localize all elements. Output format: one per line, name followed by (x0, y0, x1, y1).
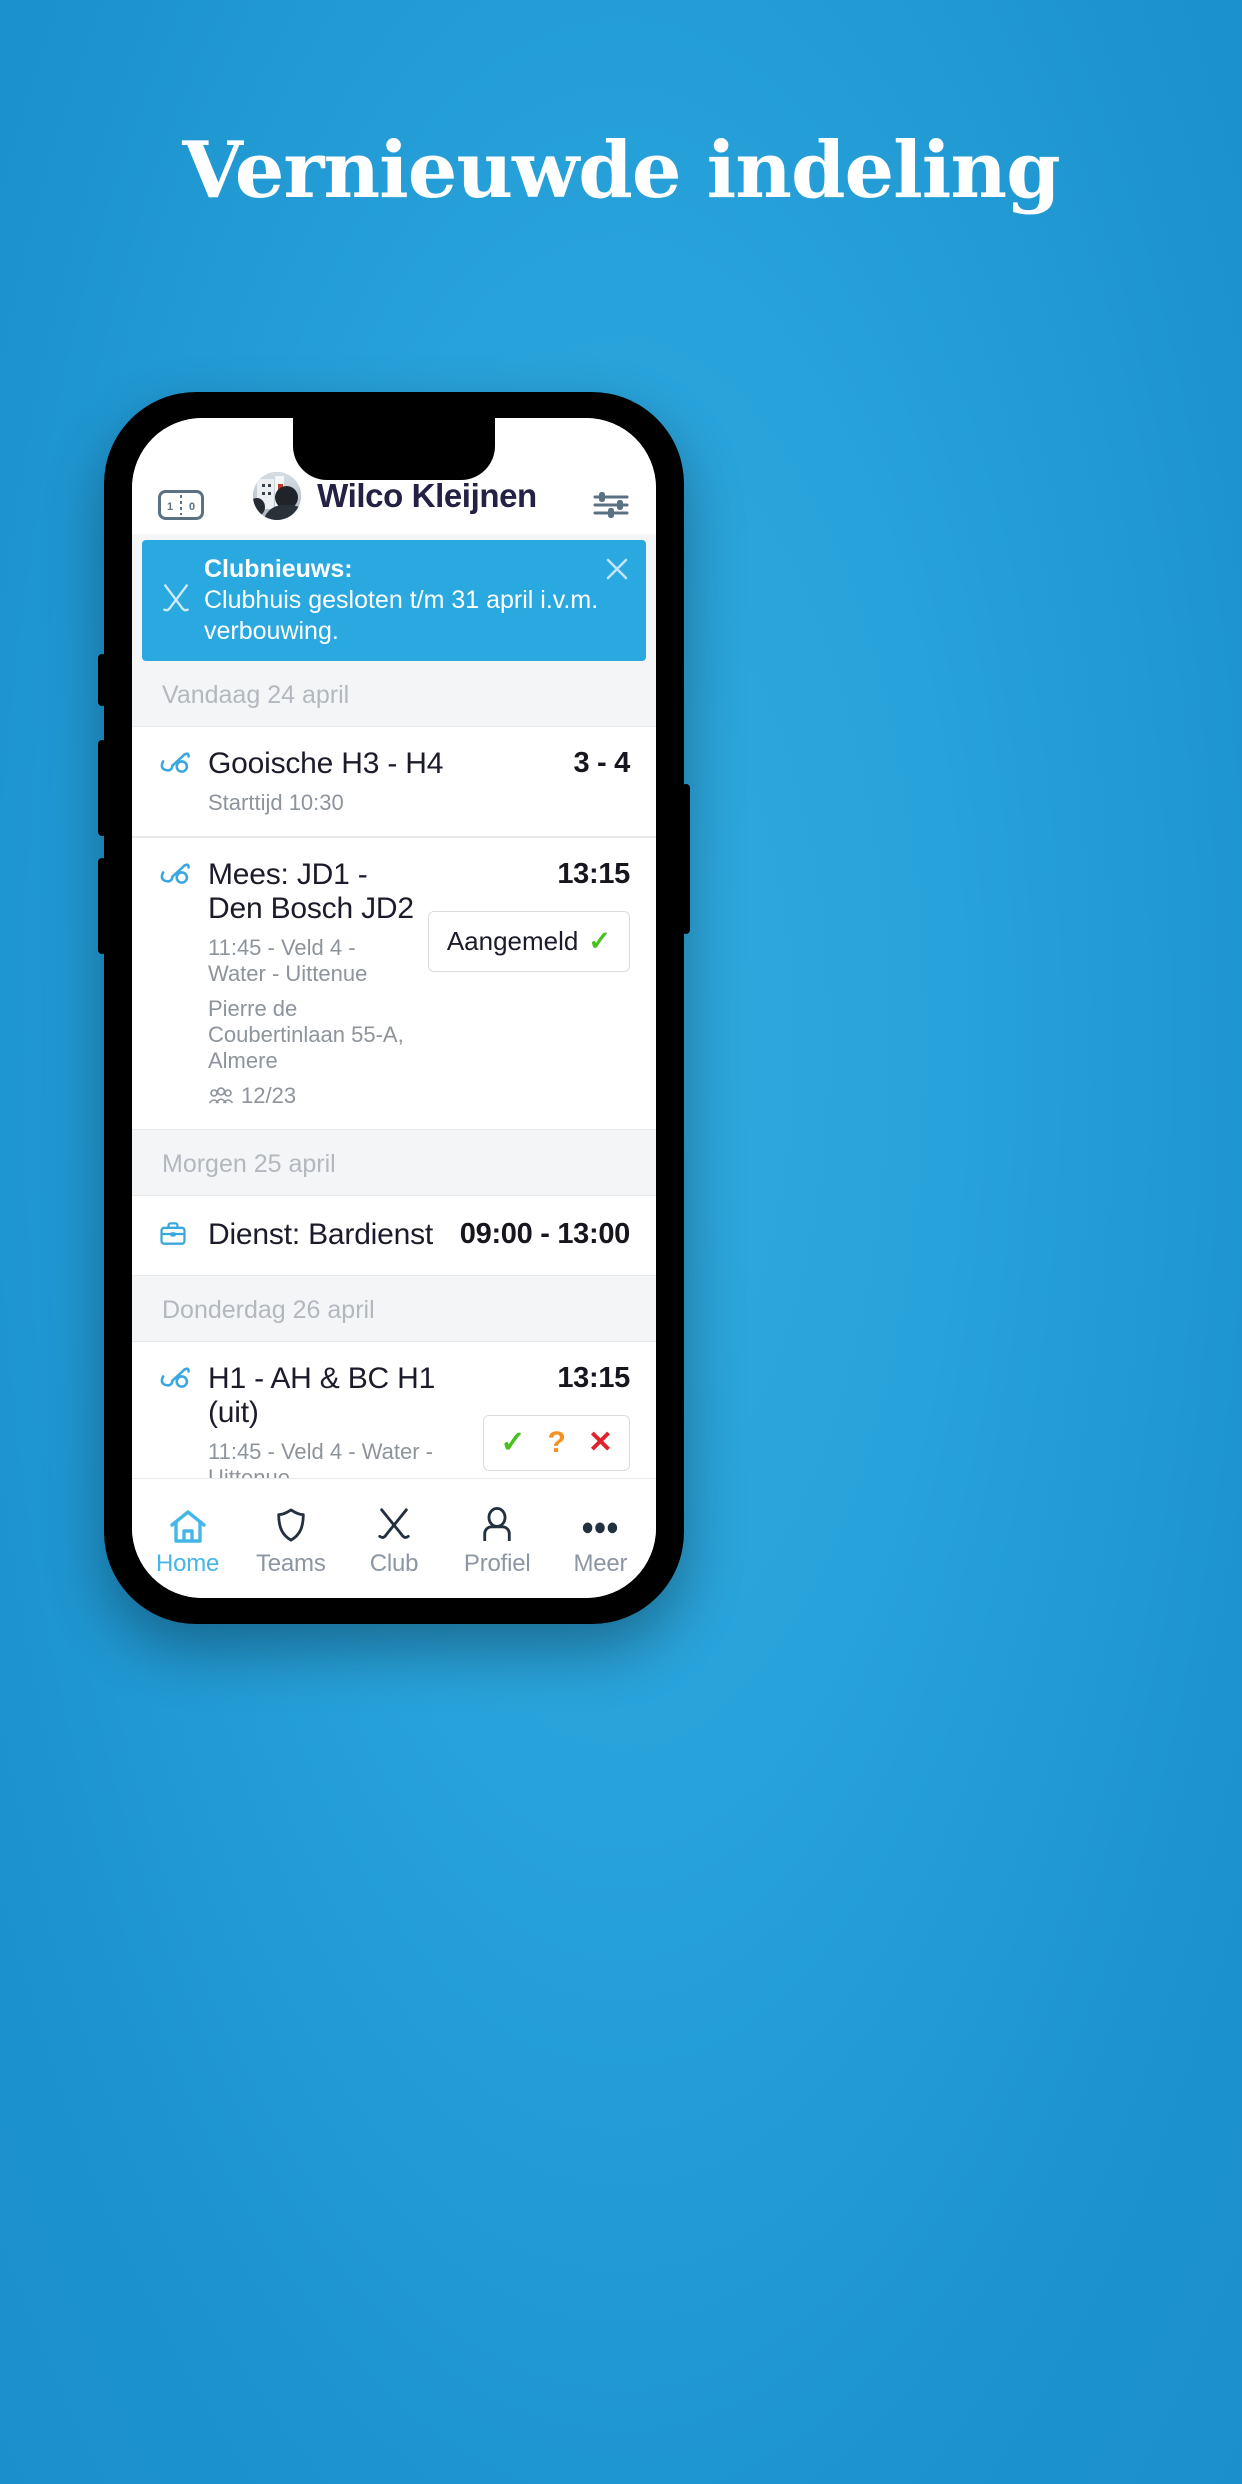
event-location: Pierre de Coubertinlaan 55-A, Almere (208, 995, 404, 1074)
event-detail: 11:45 - Veld 4 - Water - Uittenue (208, 934, 368, 987)
phone-frame: 1 0 Wilco Kleijnen Clubnieuws: Clubhuis … (98, 392, 690, 1624)
tab-label: Meer (573, 1549, 628, 1577)
phone-volume-down-button (98, 858, 106, 954)
tab-label: Home (155, 1549, 220, 1577)
event-right: 13:15 Aangemeld ✓ (427, 857, 630, 1109)
phone-screen: 1 0 Wilco Kleijnen Clubnieuws: Clubhuis … (132, 418, 656, 1598)
tab-club[interactable]: Club (342, 1492, 445, 1578)
event-attendance: 12/23 (208, 1083, 418, 1109)
phone-volume-up-button (98, 740, 106, 836)
tab-label: Profiel (463, 1549, 531, 1577)
hockey-sticks-icon (158, 580, 198, 621)
svg-text:0: 0 (189, 501, 195, 513)
event-row[interactable]: Mees: JD1 - Den Bosch JD2 11:45 - Veld 4… (132, 836, 656, 1130)
user-name: Wilco Kleijnen (317, 477, 537, 514)
phone-silent-switch (98, 654, 106, 706)
briefcase-icon (158, 1220, 202, 1253)
event-detail: Starttijd 10:30 (208, 789, 344, 815)
avatar (253, 472, 302, 520)
day-header: Morgen 25 april (132, 1129, 656, 1195)
phone-mockup: 1 0 Wilco Kleijnen Clubnieuws: Clubhuis … (96, 392, 1146, 2312)
event-row[interactable]: H1 - AH & BC H1 (uit) 11:45 - Veld 4 - W… (132, 1340, 656, 1478)
tab-label: Teams (255, 1549, 326, 1577)
tab-home[interactable]: Home (136, 1492, 239, 1578)
tab-meer[interactable]: Meer (549, 1492, 652, 1578)
day-header: Donderdag 26 april (132, 1275, 656, 1341)
club-news-banner[interactable]: Clubnieuws: Clubhuis gesloten t/m 31 apr… (142, 540, 646, 661)
event-detail: 11:45 - Veld 4 - Water - Uittenue (208, 1438, 433, 1478)
bottom-tabbar: Home Teams Club Profiel Meer (132, 1478, 656, 1598)
home-icon (168, 1500, 208, 1544)
hockey-stick-ball-icon (158, 860, 202, 895)
event-row[interactable]: Dienst: Bardienst 09:00 - 13:00 (132, 1194, 656, 1276)
attendance-count: 12/23 (241, 1082, 297, 1108)
people-icon (208, 1087, 234, 1104)
tab-teams[interactable]: Teams (239, 1492, 342, 1578)
banner-message: Clubhuis gesloten t/m 31 april i.v.m. ve… (204, 586, 599, 645)
event-title: Mees: JD1 - Den Bosch JD2 (208, 857, 414, 926)
event-title: Gooische H3 - H4 (208, 747, 444, 780)
banner-title: Clubnieuws: (204, 555, 353, 583)
shield-icon (274, 1500, 308, 1544)
banner-text: Clubnieuws: Clubhuis gesloten t/m 31 apr… (204, 554, 630, 647)
event-right: 09:00 - 13:00 (459, 1217, 631, 1253)
phone-power-button (682, 784, 690, 934)
close-icon[interactable] (604, 556, 630, 582)
tab-label: Club (369, 1549, 419, 1577)
event-time: 13:15 (557, 1361, 630, 1394)
person-icon (480, 1500, 514, 1544)
tab-profiel[interactable]: Profiel (446, 1492, 549, 1578)
event-title: H1 - AH & BC H1 (uit) (208, 1361, 436, 1430)
agenda-list[interactable]: Clubnieuws: Clubhuis gesloten t/m 31 apr… (132, 534, 656, 1478)
dots-icon (579, 1500, 621, 1544)
check-icon: ✓ (588, 925, 611, 956)
event-body: H1 - AH & BC H1 (uit) 11:45 - Veld 4 - W… (208, 1362, 473, 1478)
rsvp-yes-button[interactable]: ✓ (500, 1427, 525, 1458)
sticks-icon (375, 1500, 413, 1544)
phone-notch (293, 418, 495, 480)
event-right: 3 - 4 (573, 747, 630, 816)
event-body: Mees: JD1 - Den Bosch JD2 11:45 - Veld 4… (208, 858, 418, 1109)
poster-headline: Vernieuwde indeling (182, 125, 1060, 216)
event-title: Dienst: Bardienst (208, 1218, 434, 1252)
event-time: 13:15 (557, 857, 630, 890)
sliders-icon[interactable] (592, 490, 630, 520)
event-score: 3 - 4 (573, 747, 630, 779)
event-body: Gooische H3 - H4 Starttijd 10:30 (208, 747, 563, 816)
event-body: Dienst: Bardienst (208, 1218, 450, 1253)
registered-button[interactable]: Aangemeld ✓ (427, 910, 630, 972)
hockey-stick-ball-icon (158, 749, 202, 784)
svg-text:1: 1 (167, 501, 173, 513)
rsvp-no-button[interactable]: ✕ (588, 1427, 613, 1458)
registered-label: Aangemeld (446, 925, 579, 956)
hockey-stick-ball-icon (158, 1364, 202, 1399)
rsvp-group[interactable]: ✓ ? ✕ (483, 1414, 630, 1471)
event-right: 13:15 ✓ ? ✕ (483, 1362, 630, 1478)
event-row[interactable]: Gooische H3 - H4 Starttijd 10:30 3 - 4 (132, 726, 656, 837)
event-time: 09:00 - 13:00 (459, 1217, 631, 1250)
rsvp-maybe-button[interactable]: ? (548, 1427, 566, 1458)
day-header: Vandaag 24 april (132, 661, 656, 726)
